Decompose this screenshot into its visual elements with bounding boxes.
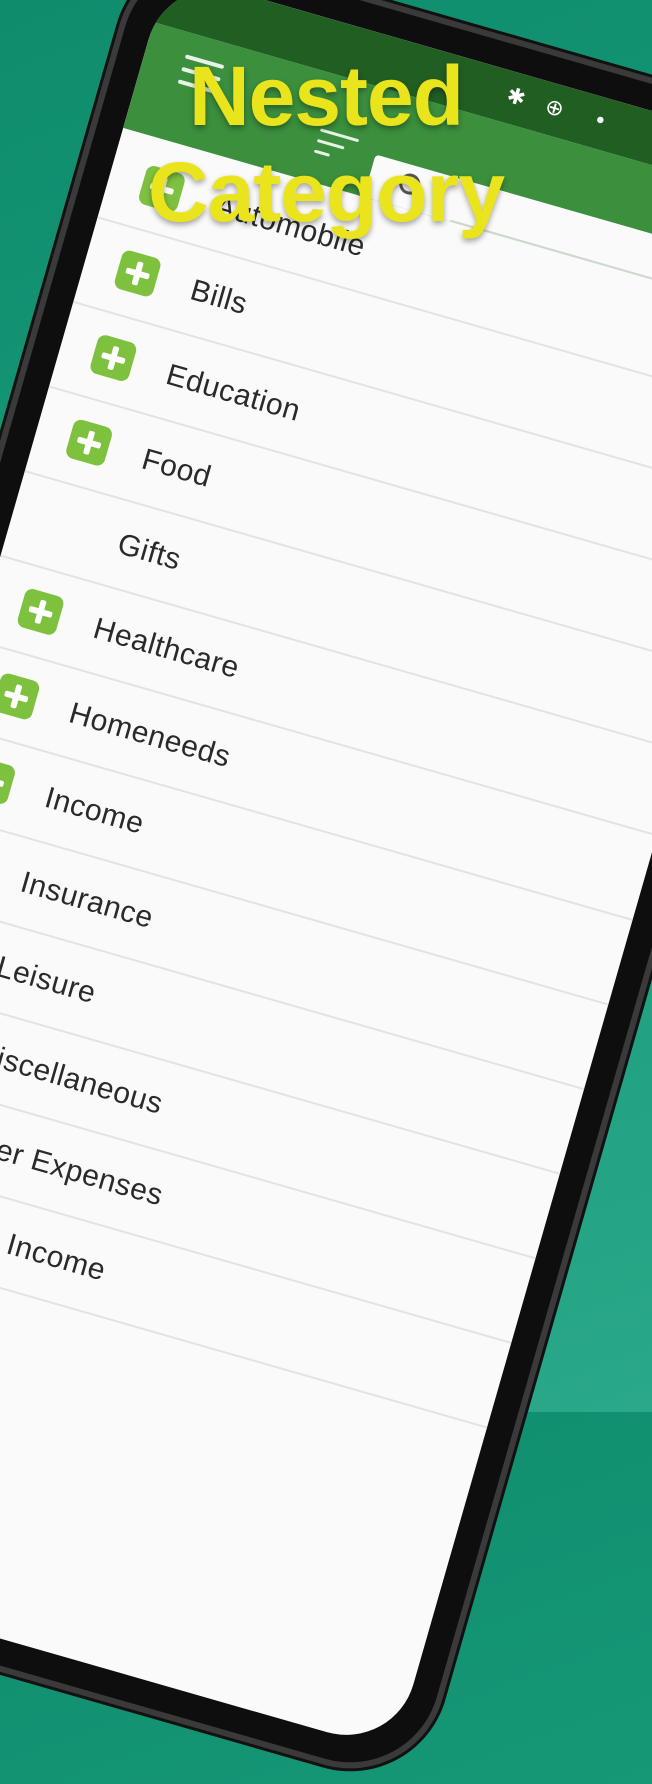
main-phone: ✱ ⊕ • Automobile Bills Education Food Gi… <box>0 0 652 1784</box>
headline-line-1: Nested <box>188 49 464 143</box>
category-label: Healthcare <box>89 611 244 686</box>
expand-plus-icon[interactable] <box>0 756 17 806</box>
category-label: Leisure <box>0 950 100 1011</box>
expand-plus-icon[interactable] <box>15 587 66 637</box>
category-label: Insurance <box>16 865 158 935</box>
expand-plus-icon[interactable] <box>64 417 114 468</box>
headline-line-2: Category <box>147 145 505 239</box>
expand-plus-icon[interactable] <box>88 333 139 383</box>
expand-plus-icon[interactable] <box>112 248 163 299</box>
category-label: Food <box>138 442 215 494</box>
category-label: Homeneeds <box>65 696 235 775</box>
category-list: Automobile Bills Education Food Gifts He… <box>0 133 652 1429</box>
category-label: Gifts <box>113 527 185 577</box>
category-label: Education <box>162 358 305 428</box>
category-label: Bills <box>186 273 252 322</box>
expand-plus-icon[interactable] <box>0 671 42 722</box>
headline: Nested Category <box>0 48 652 240</box>
main-phone-screen: ✱ ⊕ • Automobile Bills Education Food Gi… <box>0 0 652 1752</box>
category-label: Income <box>41 781 148 841</box>
